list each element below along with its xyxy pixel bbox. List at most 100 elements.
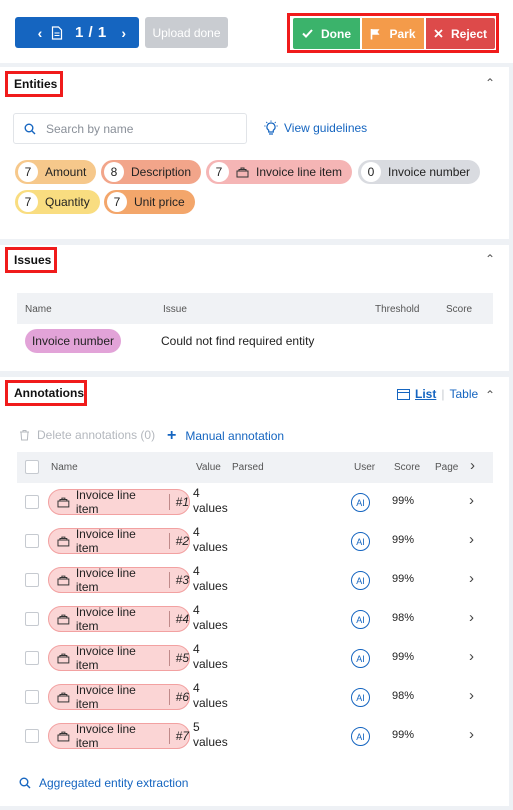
search-icon bbox=[24, 123, 36, 134]
entity-chip-amount[interactable]: 7 Amount bbox=[15, 160, 97, 184]
column-header: Name bbox=[51, 462, 78, 473]
delete-annotations-button[interactable]: Delete annotations (0) bbox=[19, 428, 155, 442]
chip-divider bbox=[168, 689, 170, 705]
annotation-chip[interactable]: Invoice line item #1 bbox=[48, 488, 190, 516]
line-items-icon bbox=[57, 497, 70, 507]
annotation-chip[interactable]: Invoice line item #5 bbox=[48, 644, 190, 672]
annotation-index: #3 bbox=[175, 573, 189, 587]
list-view-icon bbox=[397, 388, 410, 400]
annotation-index: #5 bbox=[175, 651, 189, 665]
row-checkbox[interactable] bbox=[25, 612, 39, 626]
value-count: 4 values bbox=[193, 564, 228, 594]
annotation-row[interactable]: Invoice line item #1 4 values AI 99% › bbox=[17, 483, 493, 522]
search-icon bbox=[19, 777, 31, 789]
row-checkbox[interactable] bbox=[25, 651, 39, 665]
line-items-icon bbox=[57, 575, 70, 585]
entity-label: Amount bbox=[45, 165, 87, 179]
ai-user-badge: AI bbox=[351, 532, 370, 551]
annotation-name: Invoice line item bbox=[75, 488, 136, 516]
column-header: Issue bbox=[163, 304, 187, 315]
annotation-row[interactable]: Invoice line item #2 4 values AI 99% › bbox=[17, 522, 493, 561]
annotation-score: 99% bbox=[392, 495, 415, 507]
reject-button[interactable]: Reject bbox=[426, 18, 495, 49]
table-view-tab[interactable]: Table bbox=[449, 387, 478, 401]
annotation-row[interactable]: Invoice line item #3 4 values AI 99% › bbox=[17, 561, 493, 600]
chevron-up-icon[interactable]: ⌃ bbox=[485, 76, 495, 90]
entity-label: Invoice number bbox=[388, 165, 471, 179]
annotation-row[interactable]: Invoice line item #5 4 values AI 99% › bbox=[17, 639, 493, 678]
done-label: Done bbox=[321, 26, 351, 41]
annotation-name: Invoice line item bbox=[75, 722, 136, 750]
annotation-chip[interactable]: Invoice line item #6 bbox=[48, 683, 190, 711]
plus-icon: + bbox=[167, 427, 177, 444]
issue-entity-chip[interactable]: Invoice number bbox=[25, 329, 121, 353]
select-all-checkbox[interactable] bbox=[25, 460, 39, 474]
annotation-chip[interactable]: Invoice line item #3 bbox=[48, 566, 190, 594]
row-checkbox[interactable] bbox=[25, 573, 39, 587]
ai-user-badge: AI bbox=[351, 610, 370, 629]
manual-annotation-button[interactable]: + Manual annotation bbox=[167, 427, 284, 445]
upload-done-button[interactable]: Upload done bbox=[145, 17, 228, 48]
done-button[interactable]: Done bbox=[293, 18, 360, 49]
annotation-chip[interactable]: Invoice line item #2 bbox=[48, 527, 190, 555]
annotation-chip[interactable]: Invoice line item #4 bbox=[48, 605, 190, 633]
chevron-right-icon[interactable]: › bbox=[469, 570, 474, 587]
flag-icon bbox=[371, 28, 380, 39]
annotation-name: Invoice line item bbox=[75, 605, 136, 633]
column-header: Name bbox=[25, 304, 52, 315]
entities-section-title: Entities bbox=[5, 71, 63, 97]
entity-chip-description[interactable]: 8 Description bbox=[101, 160, 202, 184]
entity-search-input[interactable]: Search by name bbox=[13, 113, 247, 144]
column-header: Score bbox=[446, 304, 473, 315]
entity-count: 7 bbox=[18, 162, 38, 182]
chevron-right-icon[interactable]: › bbox=[469, 531, 474, 548]
row-checkbox[interactable] bbox=[25, 729, 39, 743]
chevron-left-icon[interactable]: ‹ bbox=[31, 25, 49, 41]
annotation-score: 99% bbox=[392, 651, 415, 663]
chevron-right-icon[interactable]: › bbox=[469, 492, 474, 509]
entity-count: 7 bbox=[107, 192, 127, 212]
row-checkbox[interactable] bbox=[25, 690, 39, 704]
entity-chip-invoice-number[interactable]: 0 Invoice number bbox=[358, 160, 481, 184]
chevron-right-icon[interactable]: › bbox=[470, 457, 475, 474]
value-count: 4 values bbox=[193, 486, 228, 516]
aggregated-entity-extraction-link[interactable]: Aggregated entity extraction bbox=[19, 776, 188, 790]
value-number: 4 bbox=[193, 681, 200, 695]
entity-chip-invoice-line-item[interactable]: 7 Invoice line item bbox=[206, 160, 353, 184]
chevron-up-icon[interactable]: ⌃ bbox=[485, 388, 495, 402]
chip-divider bbox=[168, 533, 170, 549]
issue-text: Could not find required entity bbox=[161, 334, 315, 348]
issues-table-header: Name Issue Threshold Score bbox=[17, 293, 493, 324]
chevron-right-icon[interactable]: › bbox=[469, 609, 474, 626]
chevron-right-icon[interactable]: › bbox=[469, 648, 474, 665]
row-checkbox[interactable] bbox=[25, 534, 39, 548]
document-pager: ‹ 1 / 1 › bbox=[15, 17, 139, 48]
annotation-row[interactable]: Invoice line item #6 4 values AI 98% › bbox=[17, 678, 493, 717]
view-guidelines-label: View guidelines bbox=[284, 121, 368, 135]
view-divider: | bbox=[441, 387, 445, 401]
entity-chip-unit-price[interactable]: 7 Unit price bbox=[104, 190, 195, 214]
value-number: 4 bbox=[193, 642, 200, 656]
chip-divider bbox=[168, 728, 170, 744]
check-icon bbox=[302, 29, 313, 38]
chevron-right-icon[interactable]: › bbox=[469, 726, 474, 743]
chevron-up-icon[interactable]: ⌃ bbox=[485, 252, 495, 266]
manual-annotation-label: Manual annotation bbox=[185, 429, 285, 443]
value-number: 5 bbox=[193, 720, 200, 734]
value-count: 5 values bbox=[193, 720, 228, 750]
view-guidelines-link[interactable]: View guidelines bbox=[264, 120, 367, 136]
park-label: Park bbox=[389, 26, 416, 41]
list-view-tab[interactable]: List bbox=[415, 387, 436, 401]
chevron-right-icon[interactable]: › bbox=[115, 25, 133, 41]
annotation-row[interactable]: Invoice line item #4 4 values AI 98% › bbox=[17, 600, 493, 639]
annotation-row[interactable]: Invoice line item #7 5 values AI 99% › bbox=[17, 717, 493, 756]
annotation-index: #4 bbox=[175, 612, 189, 626]
value-unit: values bbox=[193, 735, 228, 749]
row-checkbox[interactable] bbox=[25, 495, 39, 509]
annotation-chip[interactable]: Invoice line item #7 bbox=[48, 722, 190, 750]
document-icon bbox=[51, 25, 63, 40]
chevron-right-icon[interactable]: › bbox=[469, 687, 474, 704]
column-header: Parsed bbox=[232, 462, 264, 473]
park-button[interactable]: Park bbox=[362, 18, 424, 49]
entity-chip-quantity[interactable]: 7 Quantity bbox=[15, 190, 100, 214]
